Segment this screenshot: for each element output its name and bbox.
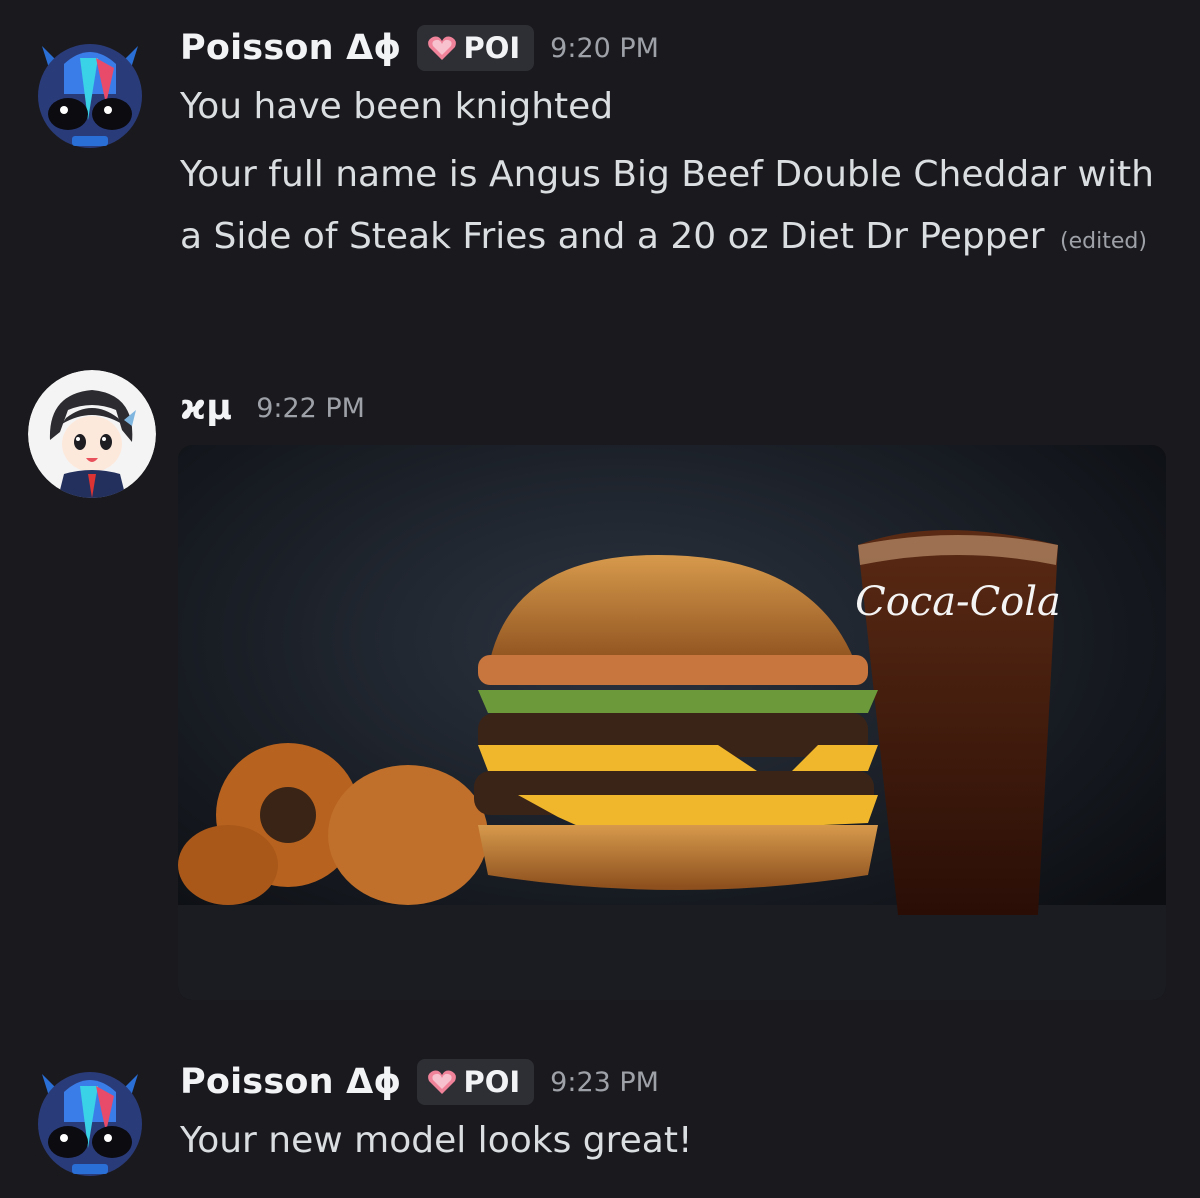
message-header: Poisson Δϕ POI 9:20 PM xyxy=(180,22,659,74)
image-attachment[interactable]: Coca-Cola xyxy=(178,445,1166,1000)
message-header: ϰμ 9:22 PM xyxy=(180,382,365,434)
username[interactable]: ϰμ xyxy=(180,388,232,428)
poisson-avatar[interactable] xyxy=(24,24,156,156)
poisson-avatar[interactable] xyxy=(24,1052,156,1184)
role-label: POI xyxy=(463,1065,521,1099)
message-body: Your full name is Angus Big Beef Double … xyxy=(180,144,1170,273)
timestamp[interactable]: 9:23 PM xyxy=(550,1067,659,1098)
username[interactable]: Poisson Δϕ xyxy=(180,28,401,68)
username[interactable]: Poisson Δϕ xyxy=(180,1062,401,1102)
message-line: Your new model looks great! xyxy=(180,1120,693,1161)
message-header: Poisson Δϕ POI 9:23 PM xyxy=(180,1056,659,1108)
xmu-avatar[interactable] xyxy=(28,370,156,498)
burger-meal-image: Coca-Cola xyxy=(178,445,1166,1000)
message-body: Your new model looks great! xyxy=(180,1110,1170,1172)
role-label: POI xyxy=(463,31,521,65)
message-line: You have been knighted xyxy=(180,86,614,127)
heart-role-icon xyxy=(428,36,457,60)
edited-label: (edited) xyxy=(1060,229,1147,254)
timestamp[interactable]: 9:22 PM xyxy=(256,393,365,424)
message-body: You have been knighted xyxy=(180,76,1170,138)
cup-logo-text: Coca-Cola xyxy=(855,579,1061,625)
message-line: Your full name is Angus Big Beef Double … xyxy=(180,154,1154,257)
timestamp[interactable]: 9:20 PM xyxy=(550,33,659,64)
role-badge[interactable]: POI xyxy=(417,1059,535,1105)
role-badge[interactable]: POI xyxy=(417,25,535,71)
chat-log: Poisson Δϕ POI 9:20 PM You have been kni… xyxy=(0,0,1200,1198)
heart-role-icon xyxy=(428,1070,457,1094)
